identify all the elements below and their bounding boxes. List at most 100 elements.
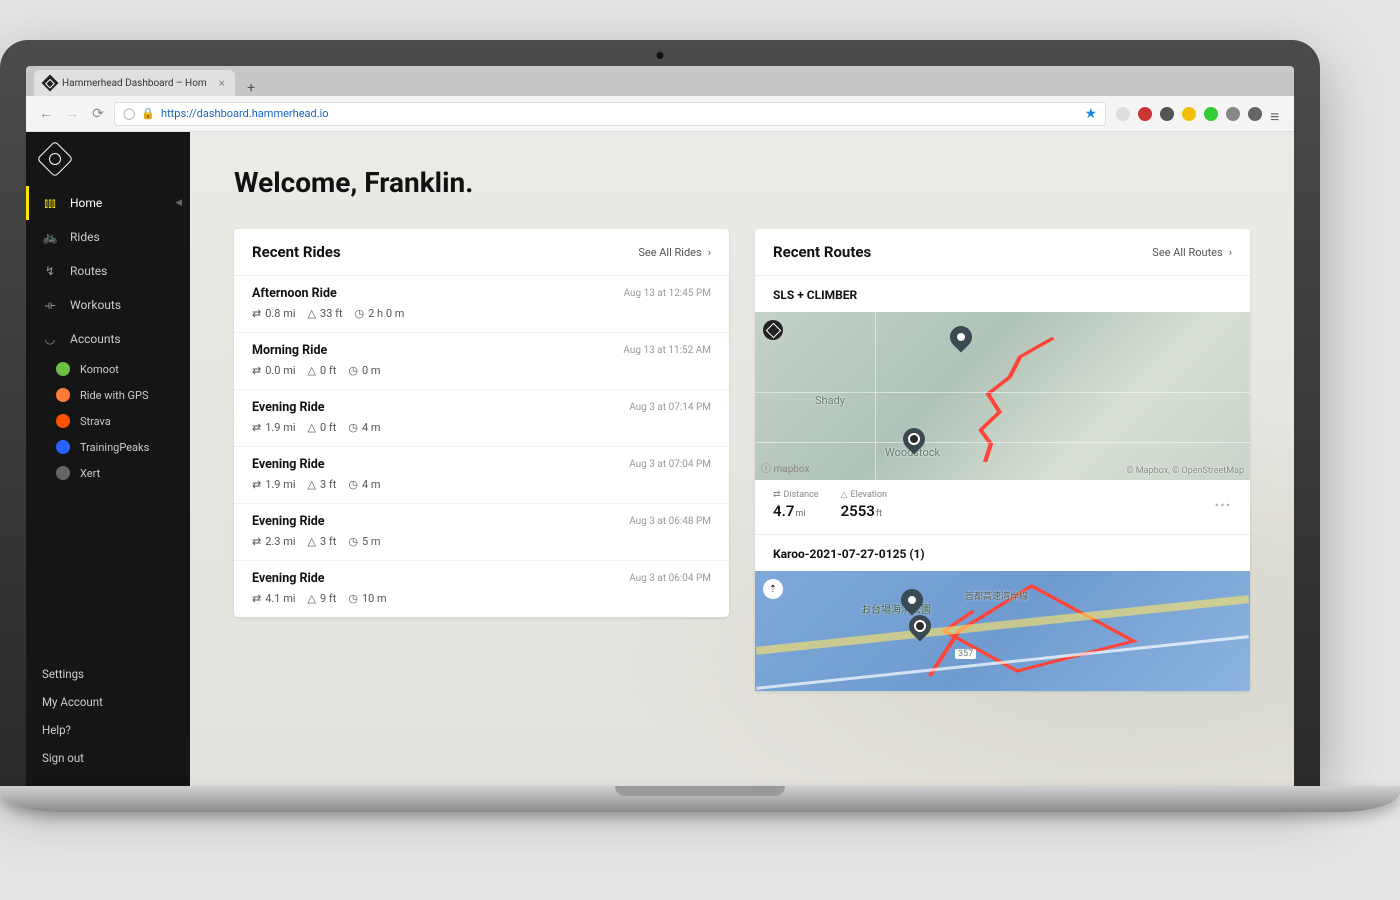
back-button[interactable]: ← (36, 104, 56, 124)
route-stats: ⇄Distance 4.7mi △Elevation 2553ft ••• (755, 480, 1250, 534)
account-xert[interactable]: Xert (26, 460, 190, 486)
ride-stats: ⇄4.1 mi△9 ft◷10 m (252, 592, 387, 605)
ride-name: Afternoon Ride (252, 286, 404, 301)
forward-button[interactable]: → (62, 104, 82, 124)
account-strava[interactable]: Strava (26, 408, 190, 434)
shield-icon: ◯ (123, 107, 135, 120)
laptop-frame: Hammerhead Dashboard – Hom × + ← → ⟳ ◯ 🔒… (0, 40, 1320, 786)
route-name[interactable]: SLS + CLIMBER (755, 276, 1250, 312)
home-icon: ⫾⫾⫾ (42, 196, 58, 211)
ride-timestamp: Aug 3 at 07:04 PM (629, 457, 711, 470)
distance-icon: ⇄ (252, 478, 261, 491)
ride-stats: ⇄1.9 mi△0 ft◷4 m (252, 421, 381, 434)
map-label: Shady (815, 394, 845, 407)
sidebar-help[interactable]: Help? (26, 716, 190, 744)
strava-icon (56, 414, 70, 428)
ride-timestamp: Aug 3 at 06:04 PM (629, 571, 711, 584)
lock-icon: 🔒 (141, 107, 155, 120)
sidebar-settings[interactable]: Settings (26, 660, 190, 688)
sidebar-my-account[interactable]: My Account (26, 688, 190, 716)
trainingpeaks-icon (56, 440, 70, 454)
main-content: Welcome, Franklin. Recent Rides See All … (190, 132, 1294, 786)
distance-icon: ⇄ (252, 307, 261, 320)
ext-icon[interactable] (1248, 107, 1262, 121)
route-more-menu[interactable]: ••• (1215, 499, 1232, 512)
route-map[interactable]: Shady Woodstock ⓘ mapbox © Mapbox, © Ope… (755, 312, 1250, 480)
ext-icon[interactable] (1204, 107, 1218, 121)
account-label: TrainingPeaks (80, 441, 149, 454)
ext-icon[interactable] (1182, 107, 1196, 121)
ride-row[interactable]: Evening Ride ⇄4.1 mi△9 ft◷10 m Aug 3 at 06… (234, 561, 729, 617)
sidebar-item-home[interactable]: ⫾⫾⫾ Home ◀ (26, 186, 190, 220)
recent-routes-card: Recent Routes See All Routes › SLS + CLI… (755, 229, 1250, 691)
route-name[interactable]: Karoo-2021-07-27-0125 (1) (755, 534, 1250, 571)
ride-row[interactable]: Afternoon Ride ⇄0.8 mi△33 ft◷2 h 0 m Aug 1… (234, 276, 729, 333)
ext-icon[interactable] (1116, 107, 1130, 121)
app-root: ⫾⫾⫾ Home ◀ 🚲 Rides ↯ Routes ⟛ Workouts (26, 132, 1294, 786)
clock-icon: ◷ (348, 478, 358, 491)
card-title: Recent Routes (773, 243, 871, 261)
chevron-right-icon: › (1229, 246, 1232, 259)
ext-icon[interactable] (1138, 107, 1152, 121)
elevation-icon: △ (308, 421, 316, 434)
map-label: 357 (955, 649, 976, 659)
route-icon: ↯ (42, 264, 58, 278)
clock-icon: ◷ (348, 364, 358, 377)
clock-icon: ◷ (348, 592, 358, 605)
komoot-icon (56, 362, 70, 376)
sync-icon: ◡ (42, 332, 58, 346)
ride-timestamp: Aug 13 at 11:52 AM (623, 343, 711, 356)
card-title: Recent Rides (252, 243, 341, 261)
ride-row[interactable]: Morning Ride⇄0.0 mi△0 ft◷0 mAug 13 at 11… (234, 333, 729, 390)
ride-name: Morning Ride (252, 343, 381, 358)
account-label: Komoot (80, 363, 119, 376)
app-logo[interactable] (26, 132, 190, 186)
browser-menu-icon[interactable]: ≡ (1270, 107, 1284, 121)
new-tab-button[interactable]: + (241, 80, 261, 96)
sidebar-item-rides[interactable]: 🚲 Rides (26, 220, 190, 254)
account-komoot[interactable]: Komoot (26, 356, 190, 382)
ride-name: Evening Ride (252, 400, 381, 415)
account-label: Xert (80, 467, 100, 480)
elevation-icon: △ (841, 490, 848, 500)
ride-row[interactable]: Evening Ride ⇄1.9 mi△0 ft◷4 m Aug 3 at 07:… (234, 390, 729, 447)
ride-timestamp: Aug 13 at 12:45 PM (624, 286, 711, 299)
distance-icon: ⇄ (773, 490, 781, 500)
recent-rides-card: Recent Rides See All Rides › Afternoon R… (234, 229, 729, 617)
ext-icon[interactable] (1226, 107, 1240, 121)
ride-row[interactable]: Evening Ride⇄1.9 mi△3 ft◷4 mAug 3 at 07:… (234, 447, 729, 504)
ext-icon[interactable] (1160, 107, 1174, 121)
ride-name: Evening Ride (252, 571, 387, 586)
route-map[interactable]: ⇡ お台場海浜公園 首都高速湾岸線 357 (755, 571, 1250, 691)
sidebar-item-workouts[interactable]: ⟛ Workouts (26, 288, 190, 322)
address-bar[interactable]: ◯ 🔒 https://dashboard.hammerhead.io ★ (114, 102, 1106, 126)
reload-button[interactable]: ⟳ (88, 104, 108, 124)
sidebar-item-routes[interactable]: ↯ Routes (26, 254, 190, 288)
sidebar-item-label: Rides (70, 230, 100, 244)
ride-row[interactable]: Evening Ride⇄2.3 mi△3 ft◷5 mAug 3 at 06:… (234, 504, 729, 561)
mapbox-logo: ⓘ mapbox (761, 460, 809, 475)
map-label: 首都高速湾岸線 (965, 589, 1028, 602)
ride-stats: ⇄0.8 mi△33 ft◷2 h 0 m (252, 307, 404, 320)
browser-tab[interactable]: Hammerhead Dashboard – Hom × (34, 70, 235, 96)
bookmark-star-icon[interactable]: ★ (1084, 106, 1097, 122)
account-trainingpeaks[interactable]: TrainingPeaks (26, 434, 190, 460)
url-text: https://dashboard.hammerhead.io (161, 107, 329, 120)
tab-close-icon[interactable]: × (219, 76, 225, 90)
see-all-rides-link[interactable]: See All Rides › (638, 246, 711, 259)
ridewithgps-icon (56, 388, 70, 402)
sidebar: ⫾⫾⫾ Home ◀ 🚲 Rides ↯ Routes ⟛ Workouts (26, 132, 190, 786)
elevation-icon: △ (308, 307, 316, 320)
sidebar-item-accounts[interactable]: ◡ Accounts (26, 322, 190, 356)
chevron-right-icon: › (708, 246, 711, 259)
elevation-icon: △ (308, 478, 316, 491)
camera-dot (657, 52, 664, 59)
chevron-left-icon: ◀ (175, 198, 182, 208)
sidebar-item-label: Workouts (70, 298, 121, 312)
sidebar-signout[interactable]: Sign out (26, 744, 190, 772)
see-all-routes-link[interactable]: See All Routes › (1152, 246, 1232, 259)
laptop-base (0, 786, 1400, 812)
ride-timestamp: Aug 3 at 07:14 PM (629, 400, 711, 413)
tab-favicon-icon (42, 75, 59, 92)
account-ridewithgps[interactable]: Ride with GPS (26, 382, 190, 408)
